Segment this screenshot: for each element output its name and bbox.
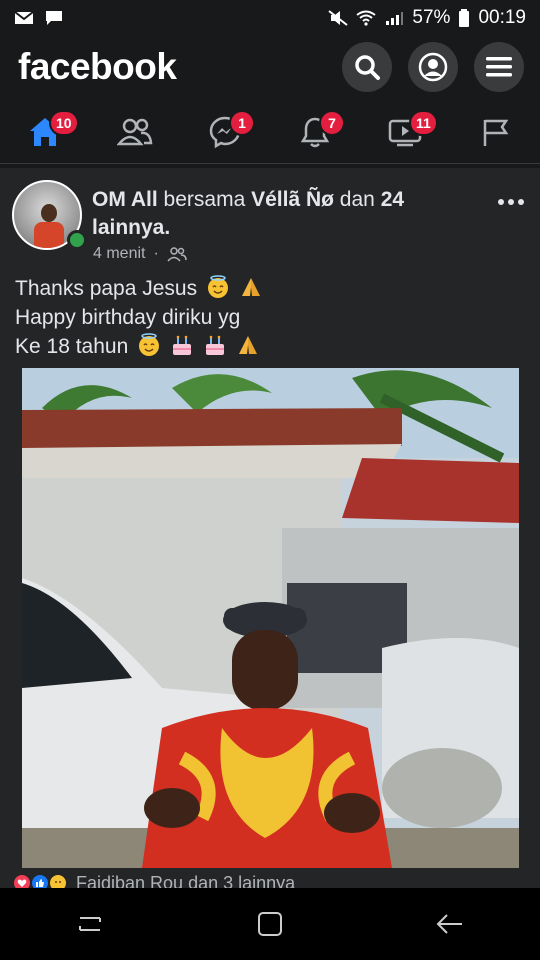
smiling-face-halo-emoji [139, 333, 160, 356]
tab-notifications[interactable]: 7 [285, 104, 345, 160]
feed-post: OM All bersama Véllã Ñø dan 24 lainnya. 4… [0, 168, 540, 892]
author-name[interactable]: OM All [92, 188, 158, 211]
search-icon [355, 55, 380, 80]
folded-hands-emoji [241, 278, 260, 296]
profile-icon [418, 52, 448, 82]
post-more-button[interactable] [496, 190, 526, 214]
folded-hands-emoji [238, 336, 257, 354]
menu-button[interactable] [474, 42, 524, 92]
post-text-line-1: Thanks papa Jesus [15, 274, 525, 303]
home-button-icon [258, 912, 282, 936]
back-button[interactable] [420, 899, 480, 949]
system-nav-bar [0, 888, 540, 960]
others-text[interactable]: lainnya. [92, 216, 170, 239]
photo-content [22, 368, 519, 868]
profile-button[interactable] [408, 42, 458, 92]
app-header: facebook [0, 36, 540, 98]
smiling-face-halo-emoji [207, 275, 228, 298]
recent-apps-button[interactable] [60, 899, 120, 949]
back-icon [436, 914, 462, 934]
post-text-line-2: Happy birthday diriku yg [15, 303, 525, 332]
status-bar: 57% 00:19 [0, 0, 540, 36]
post-header: OM All bersama Véllã Ñø dan 24 lainnya. 4… [12, 176, 528, 264]
home-badge: 10 [49, 109, 79, 136]
search-button[interactable] [342, 42, 392, 92]
online-status-dot [67, 230, 87, 250]
friends-icon [117, 118, 153, 145]
friends-audience-icon [167, 247, 187, 262]
text-line: Happy birthday diriku yg [15, 306, 241, 329]
pages-flag-icon [483, 119, 509, 146]
tab-pages[interactable] [465, 104, 525, 160]
messenger-badge: 1 [229, 109, 255, 136]
clock: 00:19 [478, 7, 526, 28]
status-right: 57% 00:19 [328, 7, 526, 29]
battery-icon [459, 9, 470, 27]
tab-messenger[interactable]: 1 [195, 104, 255, 160]
main-nav: 10 1 7 11 [0, 100, 540, 164]
email-notification-icon [14, 11, 34, 24]
post-text-line-3: Ke 18 tahun [15, 332, 525, 361]
post-author-line: OM All bersama Véllã Ñø dan 24 lainnya. [92, 186, 472, 242]
and-text: dan [333, 188, 381, 211]
notifications-badge: 7 [319, 109, 345, 136]
battery-percent: 57% [412, 7, 451, 28]
birthday-cake-emoji [205, 335, 224, 355]
tab-friends[interactable] [105, 104, 165, 160]
tab-watch[interactable]: 11 [375, 104, 438, 160]
tab-home[interactable]: 10 [15, 104, 79, 160]
birthday-cake-emoji [172, 335, 191, 355]
status-left [14, 10, 64, 26]
post-meta: 4 menit · [93, 245, 187, 263]
wifi-icon [356, 10, 377, 26]
text-line: Ke 18 tahun [15, 335, 129, 358]
signal-icon [386, 12, 404, 25]
meta-separator: · [153, 245, 159, 262]
mute-icon [328, 10, 349, 26]
text-line: Thanks papa Jesus [15, 277, 198, 300]
tagged-name[interactable]: Véllã Ñø [251, 188, 334, 211]
with-text: bersama [157, 188, 252, 211]
post-photo[interactable] [22, 368, 519, 868]
menu-icon [486, 57, 512, 77]
post-text: Thanks papa Jesus Happy birthday diriku … [15, 274, 525, 361]
more-dots-icon [498, 199, 524, 205]
others-count[interactable]: 24 [381, 188, 404, 211]
home-system-button[interactable] [240, 899, 300, 949]
chat-notification-icon [46, 11, 62, 25]
recent-apps-icon [79, 917, 101, 931]
header-actions [342, 42, 524, 92]
post-time[interactable]: 4 menit [93, 245, 145, 263]
facebook-logo[interactable]: facebook [18, 46, 177, 88]
watch-badge: 11 [409, 109, 438, 136]
avatar-head [41, 204, 57, 222]
avatar-shirt [34, 222, 64, 248]
